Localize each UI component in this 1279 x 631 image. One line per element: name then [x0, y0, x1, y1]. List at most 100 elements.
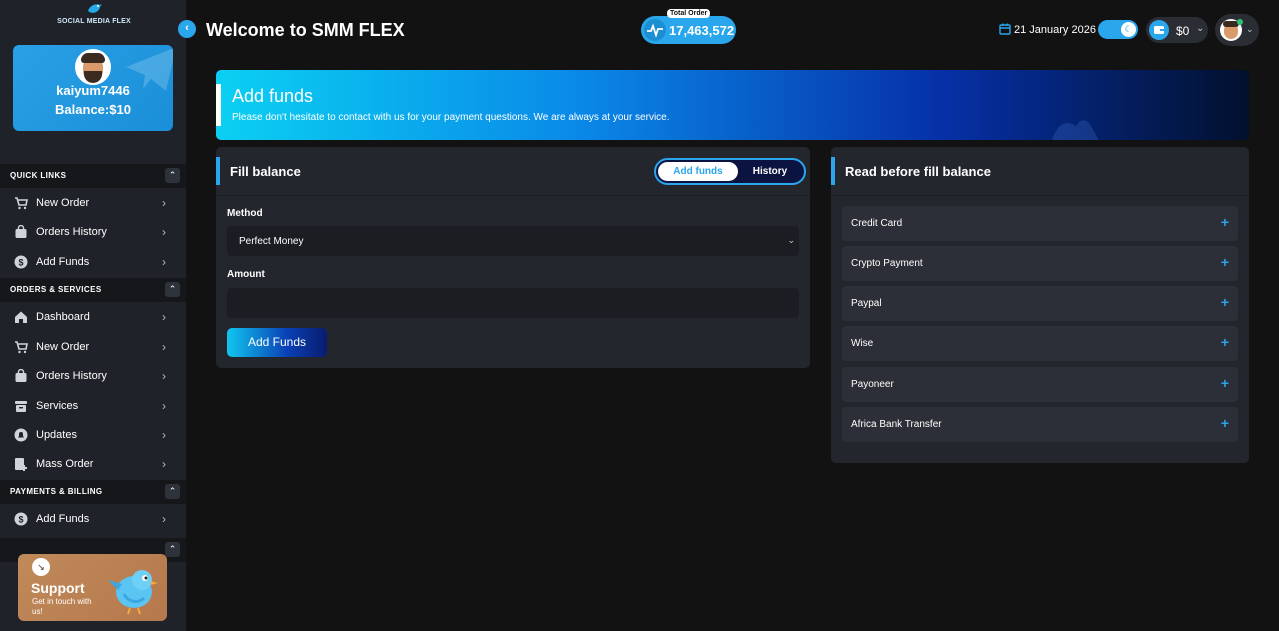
plus-icon[interactable]: +: [1221, 214, 1229, 230]
sidebar-item-label: Add Funds: [36, 513, 90, 525]
tab-history[interactable]: History: [738, 162, 802, 181]
sidebar-item-services[interactable]: Services ›: [0, 392, 186, 421]
sidebar-item-new-order[interactable]: New Order ›: [0, 333, 186, 362]
pulse-icon: [644, 19, 666, 41]
collapse-section-icon[interactable]: ⌃: [165, 282, 180, 297]
online-status-icon: [1237, 19, 1243, 25]
bird-mascot-icon: [108, 570, 158, 615]
accordion-item-africa-bank-transfer[interactable]: Africa Bank Transfer +: [842, 407, 1238, 442]
archive-icon: [15, 401, 27, 412]
sidebar-item-mass-order[interactable]: Mass Order ›: [0, 450, 186, 479]
plus-icon[interactable]: +: [1221, 415, 1229, 431]
divider: [831, 195, 1249, 196]
logo-text: SOCIAL MEDIA FLEX: [57, 18, 131, 25]
user-menu[interactable]: ⌄: [1215, 14, 1259, 46]
chevron-down-icon: ⌄: [1246, 24, 1254, 34]
accordion-label: Wise: [851, 338, 874, 349]
chevron-right-icon: ›: [162, 399, 166, 413]
section-quick-links[interactable]: QUICK LINKS ⌃: [0, 164, 186, 188]
chevron-right-icon: ›: [162, 369, 166, 383]
tab-add-funds[interactable]: Add funds: [658, 162, 738, 181]
section-title: PAYMENTS & BILLING: [10, 487, 103, 496]
chevron-right-icon: ›: [162, 340, 166, 354]
collapse-sidebar-button[interactable]: ‹: [178, 20, 196, 38]
total-order-value: 17,463,572: [669, 23, 735, 38]
cart-icon: [15, 197, 28, 210]
arrow-icon[interactable]: ↘: [32, 558, 50, 576]
plus-icon[interactable]: +: [1221, 334, 1229, 350]
add-funds-banner: Add funds Please don't hesitate to conta…: [216, 70, 1249, 140]
support-title: Support: [31, 580, 85, 596]
sidebar-item-dashboard[interactable]: Dashboard ›: [0, 303, 186, 332]
calendar-icon: [999, 23, 1011, 35]
banner-subtitle: Please don't hesitate to contact with us…: [232, 112, 670, 123]
chevron-right-icon: ›: [162, 255, 166, 269]
plus-icon[interactable]: +: [1221, 294, 1229, 310]
dollar-coin-icon: $: [14, 512, 28, 526]
method-select[interactable]: Perfect Money ⌄: [227, 226, 799, 256]
sidebar-item-orders-history[interactable]: Orders History ›: [0, 218, 186, 247]
collapse-section-icon[interactable]: ⌃: [165, 542, 180, 557]
add-funds-button[interactable]: Add Funds: [227, 328, 327, 357]
accordion-label: Payoneer: [851, 379, 894, 390]
wallet-dropdown[interactable]: $0 ⌄: [1146, 17, 1208, 43]
method-label: Method: [227, 208, 263, 219]
home-icon: [15, 311, 27, 323]
svg-text:$: $: [18, 258, 23, 268]
amount-input[interactable]: [227, 288, 799, 318]
support-card[interactable]: ↘ Support Get in touch with us!: [18, 554, 167, 621]
sidebar: SOCIAL MEDIA FLEX kaiyum7446 Balance:$10…: [0, 0, 186, 631]
sidebar-item-label: Orders History: [36, 370, 107, 382]
profile-balance: Balance:$10: [55, 102, 131, 117]
sidebar-item-new-order[interactable]: New Order ›: [0, 189, 186, 218]
sidebar-item-add-funds[interactable]: $ Add Funds ›: [0, 248, 186, 277]
method-selected-value: Perfect Money: [239, 236, 304, 247]
card-accent-bar: [216, 157, 220, 185]
banner-accent-bar: [216, 84, 221, 126]
accordion-item-credit-card[interactable]: Credit Card +: [842, 206, 1238, 241]
profile-username: kaiyum7446: [56, 83, 130, 98]
plus-icon[interactable]: +: [1221, 375, 1229, 391]
collapse-section-icon[interactable]: ⌃: [165, 484, 180, 499]
plus-icon[interactable]: +: [1221, 254, 1229, 270]
chevron-right-icon: ›: [162, 457, 166, 471]
card-title: Read before fill balance: [845, 164, 991, 179]
sidebar-item-label: Dashboard: [36, 311, 90, 323]
accordion-item-crypto-payment[interactable]: Crypto Payment +: [842, 246, 1238, 281]
sidebar-item-label: New Order: [36, 197, 90, 209]
sidebar-item-label: Services: [36, 400, 79, 412]
card-accent-bar: [831, 157, 835, 185]
chevron-right-icon: ›: [162, 310, 166, 324]
fill-balance-card: Fill balance Add funds History Method Pe…: [216, 147, 810, 368]
profile-card: kaiyum7446 Balance:$10: [13, 45, 173, 131]
sidebar-item-label: Add Funds: [36, 256, 90, 268]
wallet-amount: $0: [1176, 24, 1190, 38]
section-title: ORDERS & SERVICES: [10, 285, 102, 294]
sidebar-item-orders-history[interactable]: Orders History ›: [0, 362, 186, 391]
sidebar-item-label: Orders History: [36, 226, 107, 238]
bird-logo-icon: [56, 2, 132, 18]
sidebar-item-add-funds[interactable]: $ Add Funds ›: [0, 505, 186, 534]
section-orders-services[interactable]: ORDERS & SERVICES ⌃: [0, 278, 186, 302]
accordion-item-wise[interactable]: Wise +: [842, 326, 1238, 361]
accordion-label: Credit Card: [851, 218, 903, 229]
accordion-label: Africa Bank Transfer: [851, 419, 942, 430]
read-before-card: Read before fill balance Credit Card + C…: [831, 147, 1249, 463]
avatar[interactable]: [75, 49, 111, 85]
sidebar-item-label: Updates: [36, 429, 77, 441]
section-payments-billing[interactable]: PAYMENTS & BILLING ⌃: [0, 480, 186, 504]
dollar-coin-icon: $: [14, 255, 28, 269]
brand-logo[interactable]: SOCIAL MEDIA FLEX: [56, 2, 132, 28]
add-doc-icon: [15, 458, 27, 471]
moon-icon: ☾: [1121, 22, 1136, 37]
bell-icon: [14, 428, 28, 442]
accordion-item-paypal[interactable]: Paypal +: [842, 286, 1238, 321]
chevron-right-icon: ›: [162, 428, 166, 442]
sidebar-item-updates[interactable]: Updates ›: [0, 421, 186, 450]
banner-title: Add funds: [232, 86, 314, 106]
chevron-down-icon: ⌄: [787, 235, 795, 245]
accordion-item-payoneer[interactable]: Payoneer +: [842, 367, 1238, 402]
theme-toggle[interactable]: ☾: [1098, 20, 1138, 39]
collapse-section-icon[interactable]: ⌃: [165, 168, 180, 183]
hand-decoration-icon: [1052, 120, 1099, 140]
